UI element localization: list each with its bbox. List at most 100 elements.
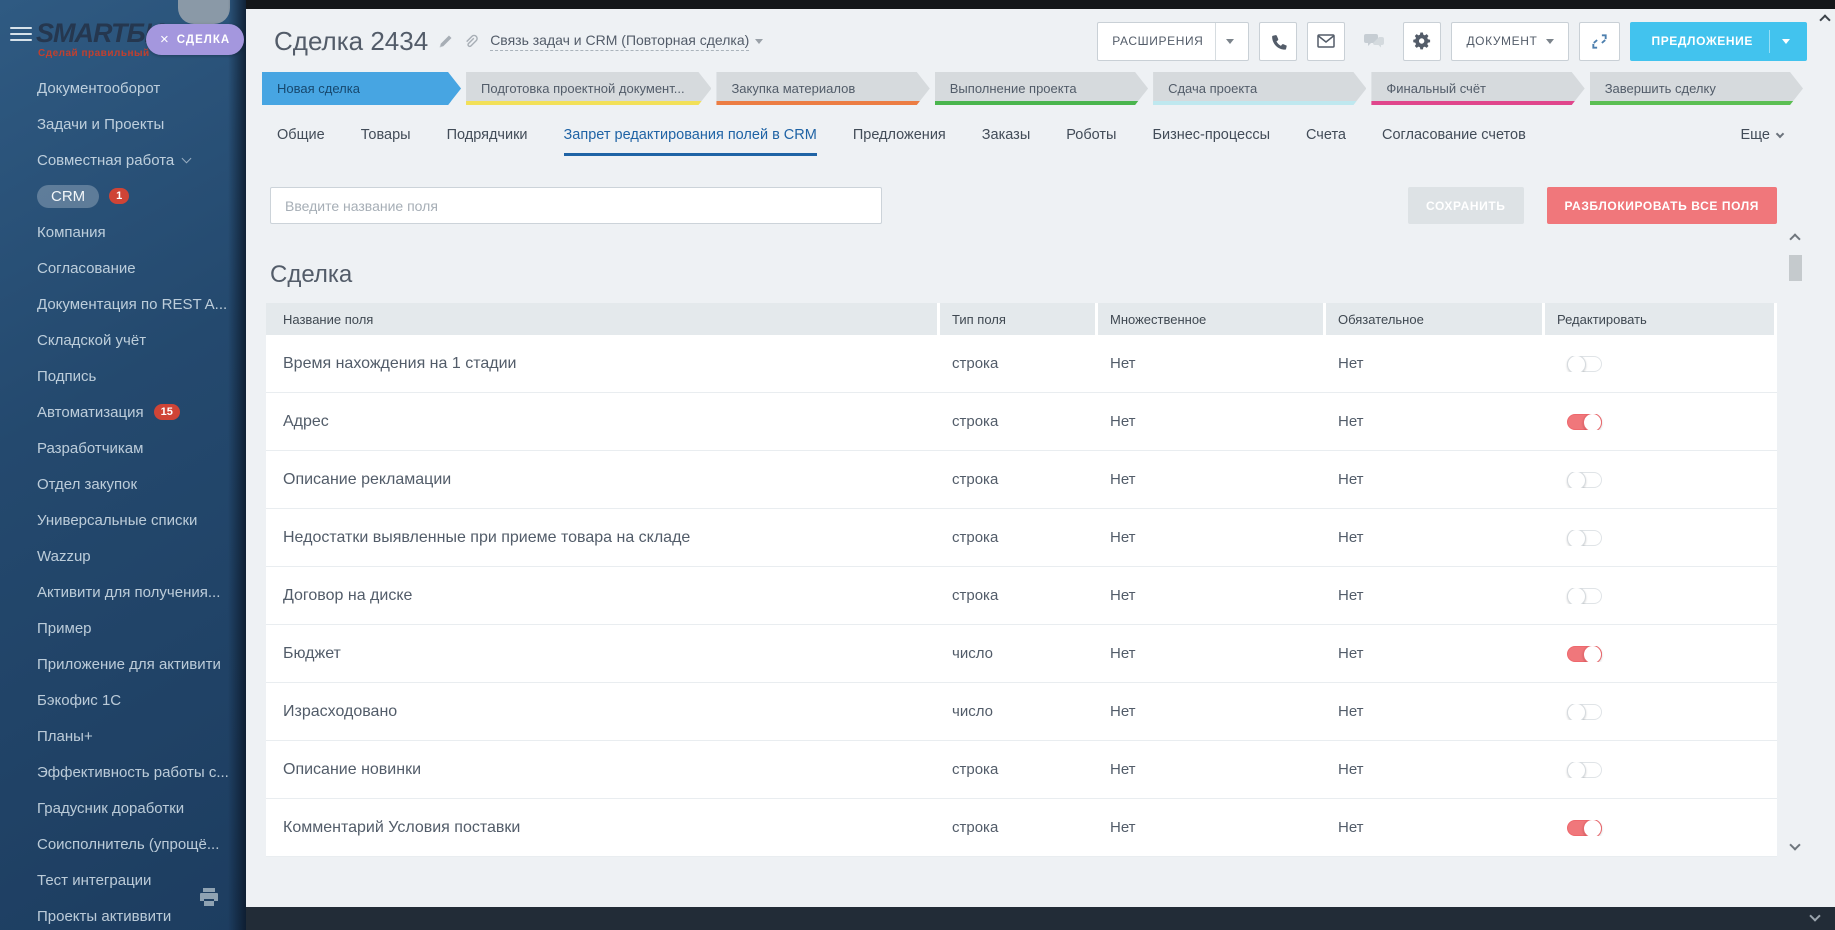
scrollbar-thumb[interactable] xyxy=(1789,255,1802,281)
call-button[interactable] xyxy=(1259,22,1297,61)
pipeline-stage[interactable]: Подготовка проектной документ... xyxy=(466,72,711,105)
field-editable-cell xyxy=(1545,646,1774,662)
table-row: Описание новинки строка Нет Нет xyxy=(266,741,1777,799)
slider-tab-deal[interactable]: × СДЕЛКА xyxy=(146,24,244,55)
field-multiple-cell: Нет xyxy=(1098,703,1323,720)
chevron-down-icon[interactable] xyxy=(1226,39,1234,44)
page-scroll-down-icon[interactable] xyxy=(1809,910,1820,921)
sidebar-item[interactable]: Бэкофис 1С xyxy=(0,682,246,718)
pipeline-stage-bar: Новая сделка Подготовка проектной докуме… xyxy=(262,72,1803,105)
column-header-required: Обязательное xyxy=(1326,303,1542,335)
pipeline-stage[interactable]: Финальный счёт xyxy=(1371,72,1584,105)
save-button[interactable]: СОХРАНИТЬ xyxy=(1408,187,1524,224)
unlock-all-fields-button[interactable]: РАЗБЛОКИРОВАТЬ ВСЕ ПОЛЯ xyxy=(1547,187,1778,224)
edit-pencil-icon[interactable] xyxy=(438,34,453,49)
sidebar-item[interactable]: Эффективность работы с... xyxy=(0,754,246,790)
field-editable-cell xyxy=(1545,472,1774,488)
sidebar-item[interactable]: Документация по REST A... xyxy=(0,286,246,322)
tab-more[interactable]: Еще xyxy=(1740,127,1783,156)
sidebar-item[interactable]: Автоматизация 15 xyxy=(0,394,246,430)
field-type-cell: строка xyxy=(940,355,1095,372)
tab[interactable]: Общие xyxy=(277,127,325,156)
chevron-down-icon xyxy=(182,153,192,163)
chevron-down-icon xyxy=(1776,129,1784,137)
editable-toggle[interactable] xyxy=(1567,588,1602,604)
pipeline-stage[interactable]: Выполнение проекта xyxy=(935,72,1148,105)
document-button[interactable]: ДОКУМЕНТ xyxy=(1451,22,1569,61)
pipeline-stage[interactable]: Завершить сделку xyxy=(1590,72,1803,105)
sidebar-item[interactable]: Универсальные списки xyxy=(0,502,246,538)
field-required-cell: Нет xyxy=(1326,819,1542,836)
printer-icon[interactable] xyxy=(198,886,220,913)
field-type-cell: строка xyxy=(940,471,1095,488)
menu-hamburger-icon[interactable] xyxy=(10,27,32,43)
sidebar-item[interactable]: Задачи и Проекты xyxy=(0,106,246,142)
sidebar-item[interactable]: Документооборот xyxy=(0,70,246,106)
sidebar-menu: Документооборот Задачи и Проекты Совмест… xyxy=(0,70,246,930)
sidebar-item[interactable]: Приложение для активити xyxy=(0,646,246,682)
extensions-button[interactable]: РАСШИРЕНИЯ xyxy=(1097,22,1249,61)
editable-toggle[interactable] xyxy=(1567,356,1602,372)
field-name-cell: Описание новинки xyxy=(266,761,937,779)
sidebar-item[interactable]: CRM 1 xyxy=(0,178,246,214)
scroll-up-icon[interactable] xyxy=(1821,11,1829,29)
tab[interactable]: Счета xyxy=(1306,127,1346,156)
settings-gear-button[interactable] xyxy=(1403,22,1441,61)
entity-section-title: Сделка xyxy=(270,261,352,289)
tab[interactable]: Предложения xyxy=(853,127,946,156)
sidebar-item[interactable]: Разработчикам xyxy=(0,430,246,466)
tab[interactable]: Товары xyxy=(361,127,411,156)
editable-toggle[interactable] xyxy=(1567,472,1602,488)
chevron-down-icon[interactable] xyxy=(1782,39,1790,44)
fullscreen-button[interactable] xyxy=(1579,22,1620,61)
link-paperclip-icon[interactable] xyxy=(463,34,478,49)
scrollbar-down-arrow[interactable] xyxy=(1789,839,1800,850)
editable-toggle[interactable] xyxy=(1567,530,1602,546)
pipeline-stage[interactable]: Новая сделка xyxy=(262,72,461,105)
deal-pipeline-link[interactable]: Связь задач и CRM (Повторная сделка) xyxy=(490,32,749,51)
tab[interactable]: Заказы xyxy=(982,127,1030,156)
scrollbar-up-arrow[interactable] xyxy=(1789,233,1800,244)
close-icon[interactable]: × xyxy=(160,32,169,47)
sidebar-item[interactable]: Подпись xyxy=(0,358,246,394)
chevron-down-icon xyxy=(1546,39,1554,44)
field-name-cell: Описание рекламации xyxy=(266,471,937,489)
fields-toolbar: СОХРАНИТЬ РАЗБЛОКИРОВАТЬ ВСЕ ПОЛЯ xyxy=(270,187,1777,224)
deal-panel: Сделка 2434 Связь задач и CRM (Повторная… xyxy=(246,9,1835,907)
editable-toggle[interactable] xyxy=(1567,704,1602,720)
tab[interactable]: Подрядчики xyxy=(447,127,528,156)
sidebar-item[interactable]: Пример xyxy=(0,610,246,646)
editable-toggle[interactable] xyxy=(1567,414,1602,430)
sidebar-item[interactable]: Градусник доработки xyxy=(0,790,246,826)
column-header-editable: Редактировать xyxy=(1545,303,1774,335)
sidebar-item[interactable]: Совместная работа xyxy=(0,142,246,178)
sidebar-item[interactable]: Wazzup xyxy=(0,538,246,574)
sidebar-item[interactable]: Согласование xyxy=(0,250,246,286)
tab[interactable]: Запрет редактирования полей в CRM xyxy=(564,127,817,156)
field-type-cell: строка xyxy=(940,819,1095,836)
proposal-button[interactable]: ПРЕДЛОЖЕНИЕ xyxy=(1630,22,1807,61)
tab[interactable]: Согласование счетов xyxy=(1382,127,1526,156)
top-overlay-strip xyxy=(246,0,1835,9)
tab[interactable]: Роботы xyxy=(1066,127,1116,156)
editable-toggle[interactable] xyxy=(1567,646,1602,662)
chevron-down-icon[interactable] xyxy=(755,39,763,44)
sidebar-item[interactable]: Компания xyxy=(0,214,246,250)
sidebar-item[interactable]: Отдел закупок xyxy=(0,466,246,502)
pipeline-stage[interactable]: Закупка материалов xyxy=(716,72,929,105)
email-button[interactable] xyxy=(1307,22,1345,61)
tab[interactable]: Бизнес-процессы xyxy=(1152,127,1270,156)
field-multiple-cell: Нет xyxy=(1098,819,1323,836)
editable-toggle[interactable] xyxy=(1567,762,1602,778)
field-search-input[interactable] xyxy=(270,187,882,224)
table-row: Израсходовано число Нет Нет xyxy=(266,683,1777,741)
editable-toggle[interactable] xyxy=(1567,820,1602,836)
sidebar-item[interactable]: Планы+ xyxy=(0,718,246,754)
sidebar-item[interactable]: Складской учёт xyxy=(0,322,246,358)
sidebar-item[interactable]: Соисполнитель (упрощё... xyxy=(0,826,246,862)
chat-button-disabled[interactable] xyxy=(1355,22,1393,61)
sidebar-item[interactable]: Активити для получения... xyxy=(0,574,246,610)
field-type-cell: строка xyxy=(940,761,1095,778)
pipeline-stage[interactable]: Сдача проекта xyxy=(1153,72,1366,105)
field-multiple-cell: Нет xyxy=(1098,587,1323,604)
